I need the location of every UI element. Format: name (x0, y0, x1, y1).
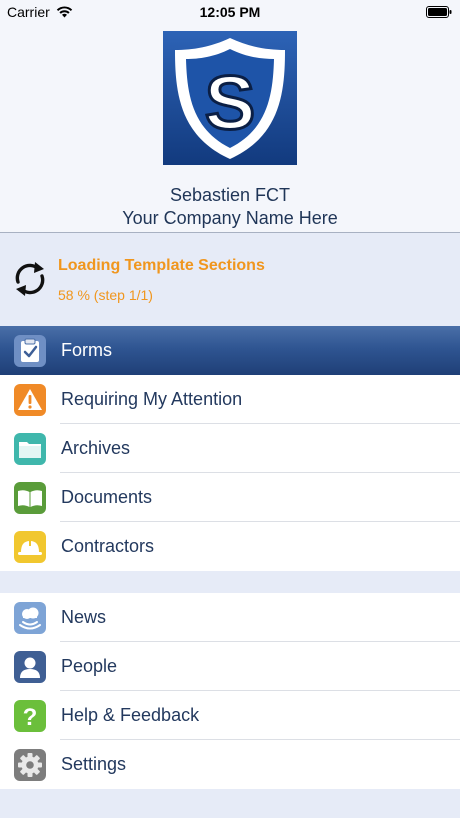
loading-title: Loading Template Sections (58, 257, 265, 274)
menu-item-label: Requiring My Attention (61, 389, 243, 409)
menu-item-label: Settings (61, 754, 127, 774)
menu-item-label: News (61, 607, 107, 627)
menu-item-forms[interactable]: Forms (0, 326, 460, 375)
menu-item-archives[interactable]: Archives (0, 424, 460, 473)
company-name: Your Company Name Here (122, 208, 338, 228)
menu-item-requiring-attention[interactable]: Requiring My Attention (0, 375, 460, 424)
profile-header: S Sebastien FCT Your Company Name Here (0, 24, 460, 233)
sync-icon (15, 262, 45, 296)
menu-item-label: People (61, 656, 118, 676)
news-broadcast-icon (14, 602, 46, 634)
status-bar: Carrier 12:05 PM (0, 0, 460, 24)
book-icon (14, 482, 46, 514)
loading-panel: Loading Template Sections 58 % (step 1/1… (0, 233, 460, 326)
menu-item-label: Contractors (61, 536, 155, 556)
gear-icon (14, 749, 46, 781)
menu-item-people[interactable]: People (0, 642, 460, 691)
menu-item-label: Help & Feedback (61, 705, 200, 725)
folder-icon (14, 433, 46, 465)
menu-item-help-feedback[interactable]: ? Help & Feedback (0, 691, 460, 740)
status-time: 12:05 PM (199, 4, 261, 20)
user-name: Sebastien FCT (169, 185, 291, 205)
question-icon: ? (14, 700, 46, 732)
section-separator (0, 571, 460, 593)
section-separator (0, 789, 460, 818)
menu-item-label: Archives (61, 438, 131, 458)
svg-text:S: S (205, 61, 256, 146)
menu-item-label: Forms (61, 340, 112, 360)
menu-item-settings[interactable]: Settings (0, 740, 460, 789)
menu-item-contractors[interactable]: Contractors (0, 522, 460, 571)
company-logo: S (163, 31, 297, 165)
warning-icon (14, 384, 46, 416)
battery-icon (426, 6, 452, 18)
shield-logo-icon: S (175, 38, 285, 159)
menu-item-label: Documents (61, 487, 153, 507)
hard-hat-icon (14, 531, 46, 563)
menu-item-documents[interactable]: Documents (0, 473, 460, 522)
loading-progress-text: 58 % (step 1/1) (58, 287, 153, 303)
person-icon (14, 651, 46, 683)
svg-text:?: ? (23, 704, 38, 731)
clipboard-check-icon (14, 335, 46, 367)
menu-item-news[interactable]: News (0, 593, 460, 642)
